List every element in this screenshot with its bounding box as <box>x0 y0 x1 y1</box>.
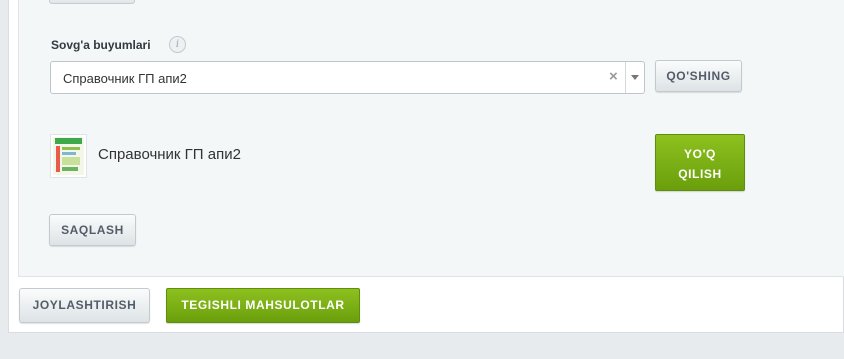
remove-button-label-line1: YO'Q <box>684 147 716 161</box>
save-button[interactable]: SAQLASH <box>49 214 136 246</box>
select-selected-value: Справочник ГП апи2 <box>63 71 187 86</box>
chevron-down-icon[interactable] <box>631 75 639 80</box>
placement-button[interactable]: JOYLASHTIRISH <box>19 288 150 323</box>
top-partial-button[interactable] <box>49 0 135 4</box>
select-divider <box>625 62 626 93</box>
book-cover-icon <box>53 137 84 175</box>
clear-icon[interactable]: × <box>609 68 618 85</box>
related-products-button[interactable]: TEGISHLI MAHSULOTLAR <box>166 288 360 323</box>
info-icon[interactable]: i <box>169 36 186 53</box>
remove-button[interactable]: YO'Q QILISH <box>655 134 745 191</box>
product-thumbnail <box>50 134 87 178</box>
remove-button-label-line2: QILISH <box>678 167 722 181</box>
add-button[interactable]: QO'SHING <box>655 60 742 92</box>
gift-items-label: Sovg'a buyumlari <box>51 38 151 52</box>
product-name: Справочник ГП апи2 <box>98 146 241 163</box>
gift-items-select[interactable]: Справочник ГП апи2 × <box>50 61 645 94</box>
